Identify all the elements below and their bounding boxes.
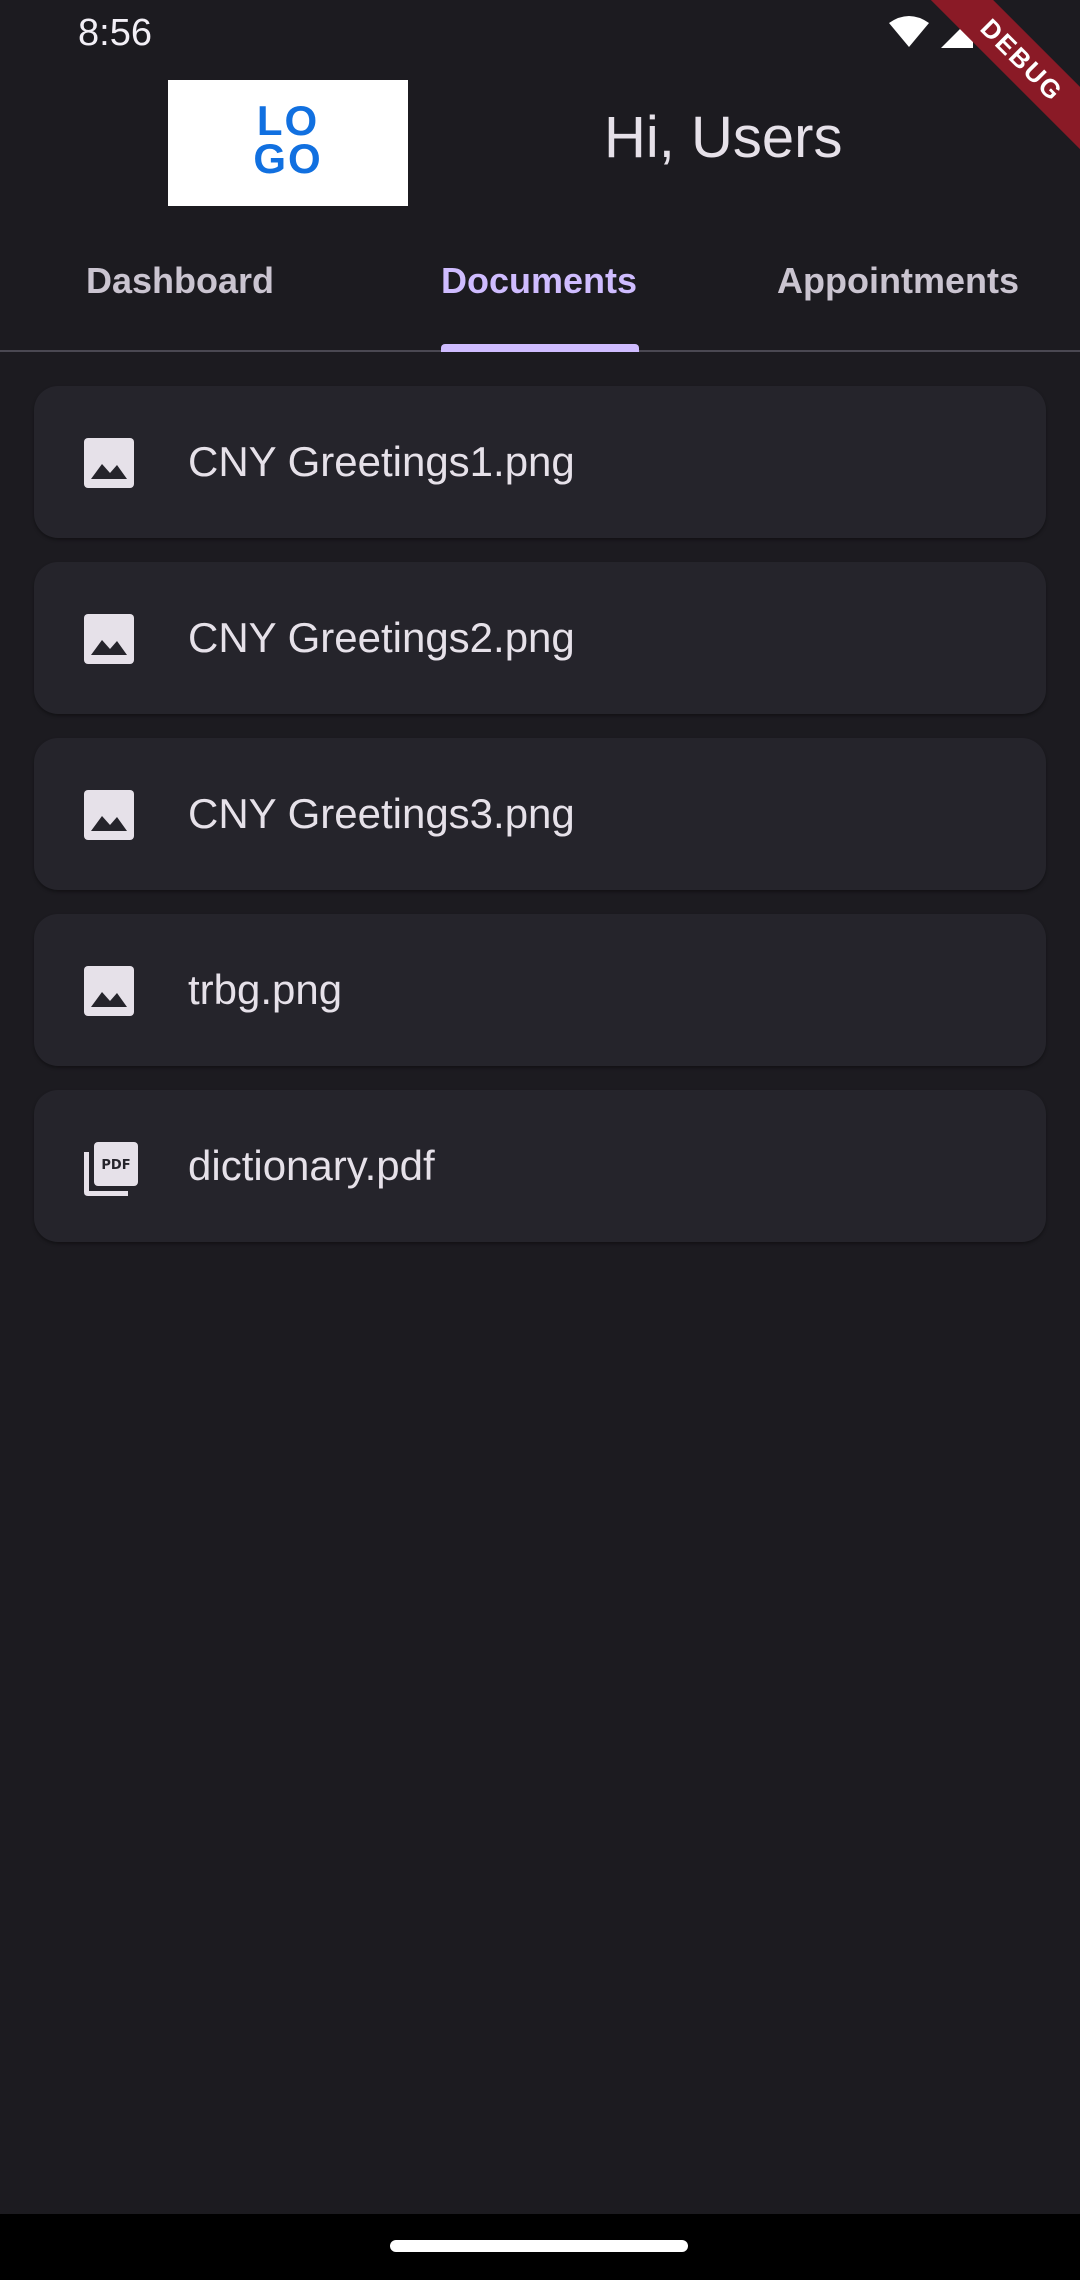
image-icon [82,612,136,666]
document-list: CNY Greetings1.png CNY Greetings2.png CN… [34,386,1046,1266]
tab-dashboard[interactable]: Dashboard [86,260,274,302]
home-gesture-handle[interactable] [390,2240,688,2252]
svg-text:PDF: PDF [101,1158,130,1173]
document-item[interactable]: trbg.png [34,914,1046,1066]
tab-appointments[interactable]: Appointments [777,260,1019,302]
system-navigation-bar [0,2214,1080,2280]
logo: LO GO [168,80,408,206]
status-bar: 8:56 [0,0,1080,72]
greeting-title: Hi, Users [604,105,843,170]
image-icon [82,788,136,842]
document-item[interactable]: CNY Greetings2.png [34,562,1046,714]
document-name: CNY Greetings2.png [188,614,575,661]
header: LO GO Hi, Users [0,80,1080,206]
document-name: trbg.png [188,966,343,1013]
document-item[interactable]: CNY Greetings1.png [34,386,1046,538]
tab-bar: Dashboard Documents Appointments [0,230,1080,352]
pdf-icon: PDF [82,1140,138,1196]
document-item[interactable]: CNY Greetings3.png [34,738,1046,890]
document-name: dictionary.pdf [188,1142,435,1189]
logo-text: LO GO [168,100,408,182]
status-time: 8:56 [78,12,152,54]
document-item[interactable]: PDF dictionary.pdf [34,1090,1046,1242]
document-name: CNY Greetings3.png [188,790,575,837]
image-icon [82,436,136,490]
active-tab-indicator [441,344,639,352]
document-name: CNY Greetings1.png [188,438,575,485]
image-icon [82,964,136,1018]
logo-line-2: GO [253,135,323,182]
tab-documents[interactable]: Documents [441,260,637,302]
